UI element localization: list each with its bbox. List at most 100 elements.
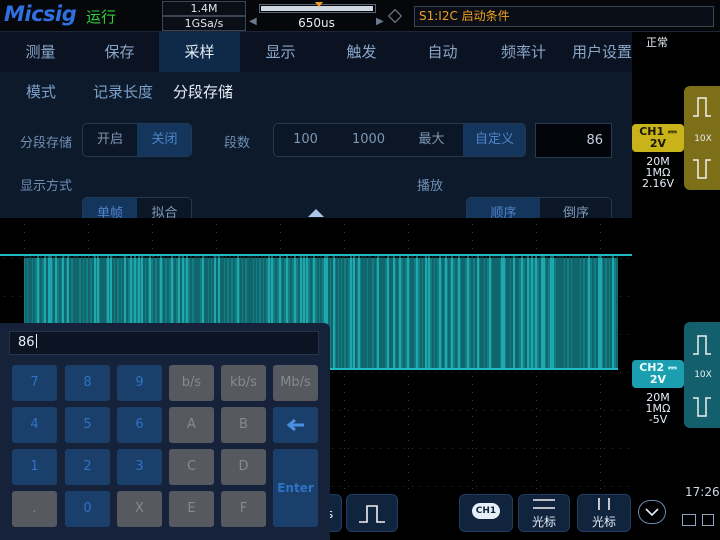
subtab-mode[interactable]: 模式 — [26, 72, 56, 112]
segment-count-input[interactable]: 86 — [535, 123, 612, 158]
ch1-badge[interactable]: CH1 ⎓ 2V — [632, 124, 684, 152]
grid-dot — [620, 296, 621, 297]
grid-dot — [88, 224, 89, 225]
tab-auto[interactable]: 自动 — [402, 32, 483, 72]
ch1-select-button[interactable]: CH1 — [459, 494, 513, 532]
key-2[interactable]: 2 — [65, 449, 110, 485]
grid-dot — [588, 410, 589, 411]
key-f[interactable]: F — [221, 491, 266, 527]
system-clock: 17:26 — [685, 485, 720, 499]
timebase-position-bar[interactable] — [259, 2, 376, 13]
grid-dot — [472, 448, 473, 449]
segment-count-100-button[interactable]: 100 — [274, 124, 337, 156]
expand-toolbar-button[interactable] — [638, 500, 666, 524]
grid-dot — [468, 448, 469, 449]
tab-frequency-counter[interactable]: 频率计 — [483, 32, 564, 72]
backspace-key[interactable] — [273, 407, 318, 443]
key-1[interactable]: 1 — [12, 449, 57, 485]
grid-dot — [620, 372, 621, 373]
key-8[interactable]: 8 — [65, 365, 110, 401]
grid-dot — [408, 408, 409, 409]
trigger-mode-diamond-icon[interactable] — [387, 8, 403, 24]
key-3[interactable]: 3 — [117, 449, 162, 485]
tab-trigger[interactable]: 触发 — [321, 32, 402, 72]
ch1-side-control[interactable]: 10X — [684, 86, 720, 190]
grid-dot — [472, 440, 473, 441]
key-x[interactable]: X — [117, 491, 162, 527]
ch2-rising-pulse-icon[interactable] — [692, 334, 712, 356]
grid-dot — [612, 372, 613, 373]
keypad-input-field[interactable]: 86 — [9, 331, 319, 355]
tab-display[interactable]: 显示 — [240, 32, 321, 72]
ch2-falling-pulse-icon[interactable] — [692, 396, 712, 418]
grid-dot — [348, 486, 349, 487]
key-b[interactable]: B — [221, 407, 266, 443]
key-5[interactable]: 5 — [65, 407, 110, 443]
ch2-scale: 2V — [649, 373, 667, 386]
grid-dot — [344, 480, 345, 481]
grid-dot — [508, 372, 509, 373]
grid-dot — [548, 448, 549, 449]
tab-save[interactable]: 保存 — [79, 32, 160, 72]
segmented-storage-on-button[interactable]: 开启 — [83, 124, 137, 156]
grid-dot — [600, 232, 601, 233]
ch2-badge[interactable]: CH2 ⎓ 2V — [632, 360, 684, 388]
timebase-right-arrow-icon[interactable]: ▶ — [376, 16, 384, 27]
grid-dot — [524, 486, 525, 487]
key-d[interactable]: D — [221, 449, 266, 485]
tab-user-settings[interactable]: 用户设置 — [564, 32, 640, 72]
key-4[interactable]: 4 — [12, 407, 57, 443]
key-a[interactable]: A — [169, 407, 214, 443]
segment-count-custom-button[interactable]: 自定义 — [463, 124, 525, 156]
timebase-left-arrow-icon[interactable]: ◀ — [249, 16, 257, 27]
ch2-side-control[interactable]: 10X — [684, 322, 720, 428]
grid-dot — [444, 448, 445, 449]
key-kbps[interactable]: kb/s — [221, 365, 266, 401]
grid-dot — [152, 232, 153, 233]
key-0[interactable]: 0 — [65, 491, 110, 527]
tab-measure[interactable]: 测量 — [0, 32, 81, 72]
run-state-label[interactable]: 运行 — [86, 6, 116, 27]
grid-dot — [404, 448, 405, 449]
grid-dot — [536, 392, 537, 393]
pulse-shortcut-button[interactable] — [346, 494, 398, 532]
grid-dot — [344, 232, 345, 233]
grid-dot — [564, 448, 565, 449]
key-mbps[interactable]: Mb/s — [273, 365, 318, 401]
segment-count-1000-button[interactable]: 1000 — [337, 124, 400, 156]
playback-label: 播放 — [417, 179, 444, 194]
grid-dot — [460, 448, 461, 449]
ch2-probe-ratio[interactable]: 10X — [688, 370, 718, 380]
grid-dot — [564, 486, 565, 487]
horizontal-cursor-button[interactable]: 光标 — [518, 494, 570, 532]
ch1-probe-ratio[interactable]: 10X — [688, 134, 718, 144]
ch1-rising-pulse-icon[interactable] — [692, 96, 712, 118]
grid-dot — [20, 296, 21, 297]
subtab-segmented-storage[interactable]: 分段存储 — [173, 72, 233, 112]
key-6[interactable]: 6 — [117, 407, 162, 443]
panel-collapse-caret-icon[interactable] — [308, 209, 324, 217]
grid-dot — [600, 432, 601, 433]
ch1-falling-pulse-icon[interactable] — [692, 158, 712, 180]
tab-sampling[interactable]: 采样 — [159, 32, 240, 72]
vertical-cursor-button[interactable]: 光标 — [577, 494, 631, 532]
key-7[interactable]: 7 — [12, 365, 57, 401]
key-c[interactable]: C — [169, 449, 214, 485]
key-9[interactable]: 9 — [117, 365, 162, 401]
key-bps[interactable]: b/s — [169, 365, 214, 401]
timebase-readout[interactable]: 650us — [259, 15, 374, 31]
segment-count-max-button[interactable]: 最大 — [400, 124, 463, 156]
grid-dot — [356, 486, 357, 487]
key-dot[interactable]: . — [12, 491, 57, 527]
grid-dot — [216, 224, 217, 225]
grid-dot — [280, 248, 281, 249]
grid-dot — [628, 410, 629, 411]
subtab-record-length[interactable]: 记录长度 — [93, 72, 153, 112]
grid-dot — [548, 410, 549, 411]
enter-key[interactable]: Enter — [273, 449, 318, 527]
grid-dot — [620, 486, 621, 487]
grid-dot — [388, 448, 389, 449]
key-e[interactable]: E — [169, 491, 214, 527]
trigger-condition-readout[interactable]: S1:I2C 启动条件 — [414, 6, 714, 27]
segmented-storage-off-button[interactable]: 关闭 — [137, 124, 191, 156]
